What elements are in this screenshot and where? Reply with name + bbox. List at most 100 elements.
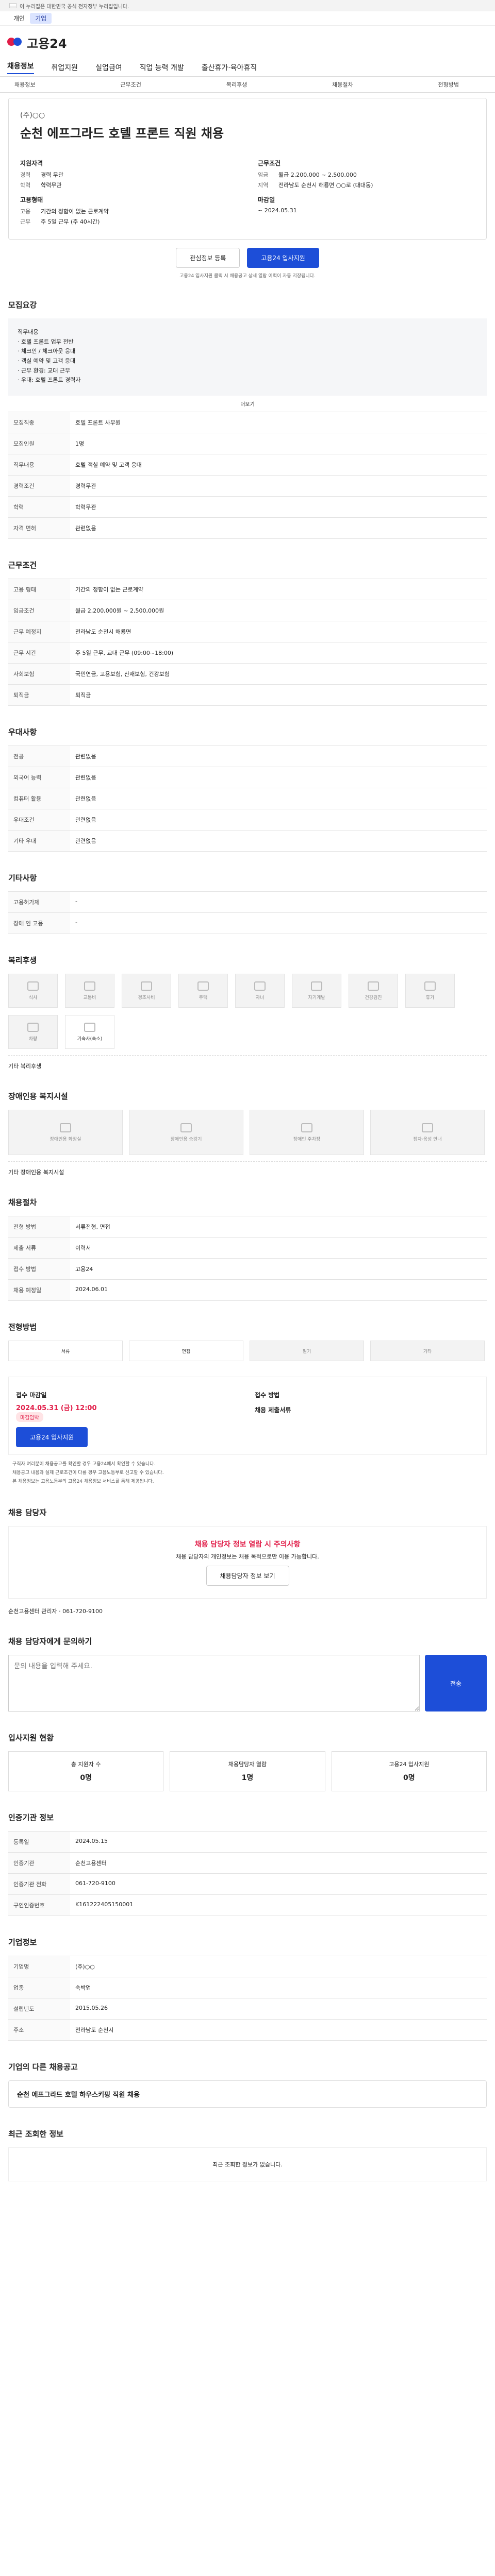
- row-value: 관련없음: [70, 745, 487, 767]
- selection-tab[interactable]: 기타: [370, 1341, 485, 1361]
- tab[interactable]: 채용정보: [14, 80, 35, 89]
- inquiry-input[interactable]: [8, 1655, 420, 1712]
- row-value: 관련없음: [70, 517, 487, 539]
- personal-tab[interactable]: 개인: [13, 14, 25, 23]
- benefit-label: 자녀: [255, 995, 265, 1001]
- nav-item[interactable]: 채용정보: [7, 61, 34, 74]
- scrap-button[interactable]: 관심정보 등록: [176, 248, 240, 268]
- table-row: 모집직종 호텔 프론트 사무원: [8, 412, 487, 433]
- row-value: 1명: [70, 433, 487, 454]
- tab[interactable]: 근무조건: [120, 80, 141, 89]
- benefit-icon: [254, 981, 266, 991]
- show-contact-button[interactable]: 채용담당자 정보 보기: [206, 1566, 289, 1586]
- nav-item[interactable]: 직업 능력 개발: [140, 62, 184, 73]
- company-tab[interactable]: 기업: [30, 13, 52, 24]
- row-value: 고용24: [70, 1258, 487, 1280]
- label: 기타 장애인용 복지시설: [8, 1169, 64, 1176]
- section-title: 기업정보: [8, 1938, 37, 1947]
- row-value: 국민연금, 고용보험, 산재보험, 건강보험: [70, 663, 487, 685]
- selection-tab[interactable]: 서류: [8, 1341, 123, 1361]
- row-key: 인증기관: [8, 1852, 70, 1874]
- benefit-icon: [197, 981, 209, 991]
- gov-banner: 이 누리집은 대한민국 공식 전자정부 누리집입니다.: [0, 0, 495, 11]
- company-name: (주)○○: [20, 111, 45, 120]
- tab[interactable]: 전형방법: [438, 80, 459, 89]
- row-value: 061-720-9100: [70, 1873, 487, 1895]
- privacy-warning: 채용 담당자 정보 열람 시 주의사항 채용 담당자의 개인정보는 채용 목적으로…: [8, 1526, 487, 1599]
- benefit-icon: [60, 1123, 71, 1132]
- row-key: 고용 형태: [8, 579, 70, 600]
- bullet: 구직자 여러분이 채용공고를 확인할 경우 고용24에서 확인할 수 있습니다.: [12, 1462, 156, 1467]
- nav-item[interactable]: 취업지원: [52, 62, 78, 73]
- warn-title: 채용 담당자 정보 열람 시 주의사항: [194, 1540, 301, 1549]
- label: 근무조건: [258, 160, 281, 167]
- benefit-icon: [84, 981, 95, 991]
- tab[interactable]: 복리후생: [226, 80, 247, 89]
- other-job-card[interactable]: 순천 에프그라드 호텔 하우스키핑 직원 채용: [8, 2080, 487, 2108]
- row-key: 외국어 능력: [8, 767, 70, 788]
- row-key: 임금조건: [8, 600, 70, 621]
- k: 지역: [258, 182, 269, 189]
- table-row: 고용허가제 -: [8, 891, 487, 913]
- apply-button-2[interactable]: 고용24 입사지원: [16, 1427, 88, 1447]
- apply-button[interactable]: 고용24 입사지원: [247, 248, 319, 268]
- deadline-badge: 마감임박: [16, 1412, 43, 1422]
- benefit-tile: 건강검진: [349, 974, 398, 1008]
- process-table: 전형 방법 서류전형, 면접 제출 서류 이력서 접수 방법 고용24 채용 예정일 2024…: [8, 1216, 487, 1301]
- label: 접수 마감일: [16, 1392, 47, 1399]
- inquiry-form: 전송: [8, 1655, 487, 1712]
- row-value: 숙박업: [70, 1977, 487, 1998]
- table-row: 고용 형태 기간의 정함이 없는 근로계약: [8, 579, 487, 600]
- row-value: 순천고용센터: [70, 1852, 487, 1874]
- benefit-label: 경조사비: [138, 995, 155, 1001]
- row-key: 우대조건: [8, 809, 70, 831]
- flag-icon: [9, 3, 16, 8]
- table-row: 기업명 (주)○○: [8, 1956, 487, 1977]
- label: 마감일: [258, 196, 275, 204]
- agency-table: 등록일 2024.05.15 인증기관 순천고용센터 인증기관 전화 061-720-91…: [8, 1831, 487, 1917]
- row-value: 2024.06.01: [70, 1279, 487, 1301]
- row-value: 호텔 객실 예약 및 고객 응대: [70, 454, 487, 476]
- facility-grid: 장애인용 화장실 장애인용 승강기 장애인 주차장 점자·음성 안내: [8, 1110, 487, 1155]
- nav-item[interactable]: 실업급여: [95, 62, 122, 73]
- logo-icon: [7, 35, 23, 50]
- table-row: 구인인증번호 K161222405150001: [8, 1894, 487, 1917]
- main-nav: 채용정보 취업지원 실업급여 직업 능력 개발 출산휴가·육아휴직: [0, 59, 495, 76]
- table-row: 설립년도 2015.05.26: [8, 1998, 487, 2020]
- job-title: 순천 에프그라드 호텔 프론트 직원 채용: [20, 126, 224, 141]
- table-row: 학력 학력무관: [8, 496, 487, 518]
- table-row: 직무내용 호텔 객실 예약 및 고객 응대: [8, 454, 487, 476]
- v: 경력 무관: [41, 172, 63, 178]
- benefit-label: 점자·음성 안내: [413, 1137, 442, 1142]
- label: 접수 방법: [255, 1392, 280, 1399]
- row-key: 등록일: [8, 1831, 70, 1853]
- selection-tab[interactable]: 면접: [129, 1341, 243, 1361]
- send-button[interactable]: 전송: [425, 1655, 487, 1712]
- job-summary-card: (주)○○ 순천 에프그라드 호텔 프론트 직원 채용 지원자격 경력 경력 무관…: [8, 98, 487, 240]
- table-row: 우대조건 관련없음: [8, 809, 487, 831]
- section-title: 근무조건: [8, 561, 37, 570]
- tab[interactable]: 채용절차: [332, 80, 353, 89]
- section-title: 인증기관 정보: [8, 1813, 54, 1823]
- benefit-icon: [301, 1123, 312, 1132]
- row-value: 퇴직금: [70, 684, 487, 706]
- section-title: 최근 조회한 정보: [8, 2129, 64, 2139]
- other-job-title[interactable]: 순천 에프그라드 호텔 하우스키핑 직원 채용: [17, 2091, 140, 2099]
- k: 임금: [258, 172, 269, 178]
- selection-tab[interactable]: 필기: [250, 1341, 364, 1361]
- more-button[interactable]: 더보기: [0, 400, 495, 408]
- row-key: 주소: [8, 2019, 70, 2041]
- table-row: 퇴직금 퇴직금: [8, 684, 487, 706]
- row-key: 전공: [8, 745, 70, 767]
- bullet: 본 채용정보는 고용노동부의 고용24 채용정보 서비스를 통해 제공됩니다.: [12, 1479, 154, 1485]
- row-value: 관련없음: [70, 767, 487, 788]
- row-key: 직무내용: [8, 454, 70, 476]
- row-key: 경력조건: [8, 475, 70, 497]
- label: 기타 복리후생: [8, 1063, 42, 1070]
- benefit-tile: 교통비: [65, 974, 114, 1008]
- logo-text[interactable]: 고용24: [27, 33, 67, 52]
- table-row: 전공 관련없음: [8, 745, 487, 767]
- nav-item[interactable]: 출산휴가·육아휴직: [202, 62, 257, 73]
- notice-list: 구직자 여러분이 채용공고를 확인할 경우 고용24에서 확인할 수 있습니다.…: [12, 1460, 483, 1486]
- row-value: K161222405150001: [70, 1894, 487, 1917]
